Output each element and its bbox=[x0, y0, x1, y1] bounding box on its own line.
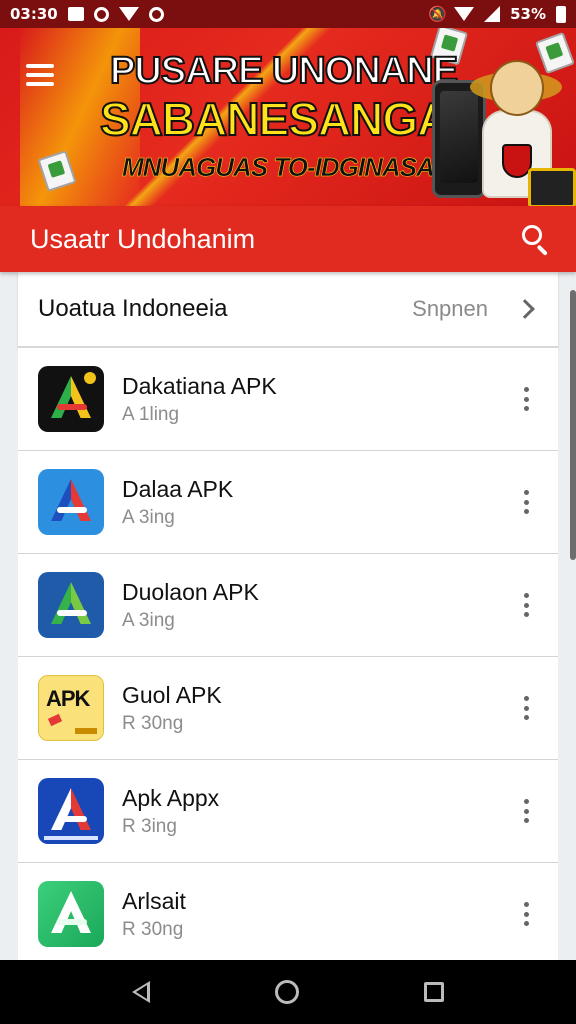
sync-icon bbox=[148, 6, 164, 22]
section-header[interactable]: Uoatua Indoneeia Snpnen bbox=[18, 272, 558, 348]
list-item[interactable]: APK Guol APK R 30ng bbox=[18, 657, 558, 760]
promo-banner[interactable]: PUSARE UNONANE SABANESANGA MNUAGUAS TO-I… bbox=[0, 28, 576, 206]
banner-headline-1: PUSARE UNONANE bbox=[109, 49, 459, 93]
apk-yellow-icon: APK bbox=[38, 675, 104, 741]
section-title: Uoatua Indoneeia bbox=[38, 295, 228, 322]
more-options-icon[interactable] bbox=[514, 796, 538, 826]
circle-icon bbox=[93, 6, 109, 22]
app-list: Uoatua Indoneeia Snpnen Dakatiana APK A … bbox=[18, 272, 558, 966]
app-subtitle: R 30ng bbox=[122, 919, 184, 940]
app-name: Duolaon APK bbox=[122, 579, 259, 605]
app-toolbar: Usaatr Undohanim bbox=[0, 206, 576, 272]
battery-percent: 53% bbox=[510, 5, 546, 23]
mute-icon: 🔕 bbox=[428, 5, 447, 23]
scrollbar[interactable] bbox=[570, 290, 576, 560]
list-item[interactable]: Duolaon APK A 3ing bbox=[18, 554, 558, 657]
section-right: Snpnen bbox=[412, 296, 535, 322]
list-item[interactable]: Dakatiana APK A 1ling bbox=[18, 348, 558, 451]
banner-headline-2: SABANESANGA bbox=[99, 92, 451, 146]
list-item[interactable]: Arlsait R 30ng bbox=[18, 863, 558, 966]
list-item[interactable]: Apk Appx R 3ing bbox=[18, 760, 558, 863]
app-subtitle: R 30ng bbox=[122, 713, 184, 734]
status-time: 03:30 bbox=[10, 5, 58, 23]
more-options-icon[interactable] bbox=[514, 590, 538, 620]
more-options-icon[interactable] bbox=[514, 384, 538, 414]
toolbar-title: Usaatr Undohanim bbox=[30, 223, 256, 254]
app-name: Arlsait bbox=[122, 888, 186, 914]
app-text: Dakatiana APK A 1ling bbox=[122, 372, 514, 426]
status-right: 🔕 53% bbox=[428, 5, 566, 23]
blue-red-triangle-icon bbox=[38, 469, 104, 535]
wifi-signal-icon bbox=[454, 7, 475, 21]
wifi-icon bbox=[118, 7, 139, 21]
app-text: Guol APK R 30ng bbox=[122, 681, 514, 735]
green-triangle-icon bbox=[38, 881, 104, 947]
app-name: Dakatiana APK bbox=[122, 373, 277, 399]
recents-icon[interactable] bbox=[423, 982, 444, 1002]
signal-icon bbox=[484, 6, 501, 22]
app-text: Apk Appx R 3ing bbox=[122, 784, 514, 838]
more-options-icon[interactable] bbox=[514, 487, 538, 517]
menu-icon[interactable] bbox=[26, 64, 56, 86]
section-link[interactable]: Snpnen bbox=[412, 296, 488, 322]
more-options-icon[interactable] bbox=[514, 899, 538, 929]
app-subtitle: A 1ling bbox=[122, 404, 180, 425]
chevron-right-icon[interactable] bbox=[515, 299, 535, 319]
blue-red-white-triangle-icon bbox=[38, 778, 104, 844]
app-subtitle: R 3ing bbox=[122, 816, 177, 837]
app-text: Duolaon APK A 3ing bbox=[122, 578, 514, 632]
status-left: 03:30 bbox=[10, 5, 164, 23]
more-options-icon[interactable] bbox=[514, 693, 538, 723]
app-text: Dalaa APK A 3ing bbox=[122, 475, 514, 529]
app-subtitle: A 3ing bbox=[122, 610, 175, 631]
search-icon[interactable] bbox=[522, 225, 550, 256]
banner-headline-3: MNUAGUAS TO-IDGINASA bbox=[122, 152, 435, 183]
app-name: Dalaa APK bbox=[122, 476, 234, 502]
home-icon[interactable] bbox=[274, 980, 299, 1004]
chest-decoration bbox=[528, 168, 576, 206]
app-screen: 03:30 🔕 53% PUSARE UNONANE SABANESANGA M… bbox=[0, 0, 576, 1024]
list-item[interactable]: Dalaa APK A 3ing bbox=[18, 451, 558, 554]
system-nav-bar bbox=[0, 960, 576, 1024]
image-icon bbox=[67, 7, 84, 21]
battery-icon bbox=[556, 5, 566, 23]
back-icon[interactable] bbox=[132, 981, 151, 1003]
status-bar: 03:30 🔕 53% bbox=[0, 0, 576, 28]
blue-green-triangle-icon bbox=[38, 572, 104, 638]
app-subtitle: A 3ing bbox=[122, 507, 175, 528]
app-name: Apk Appx bbox=[122, 785, 220, 811]
green-yellow-triangle-icon bbox=[38, 366, 104, 432]
app-text: Arlsait R 30ng bbox=[122, 887, 514, 941]
app-name: Guol APK bbox=[122, 682, 222, 708]
